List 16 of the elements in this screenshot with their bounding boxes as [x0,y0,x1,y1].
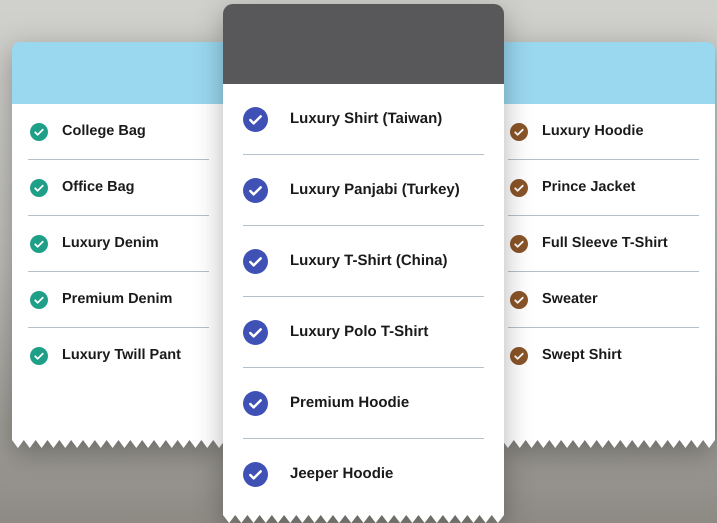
feature-label: Jeeper Hoodie [290,464,394,484]
feature-label: Prince Jacket [542,178,636,197]
feature-label: Luxury Denim [62,234,159,253]
feature-label: Full Sleeve T-Shirt [542,234,668,253]
feature-label: Luxury Polo T-Shirt [290,322,428,342]
feature-label: Premium Hoodie [290,392,410,413]
feature-label: Premium Denim [62,290,172,309]
feature-label: Sweater [542,290,598,309]
feature-label: Luxury Panjabi (Turkey) [290,180,460,200]
feature-label: Luxury Hoodie [542,122,644,141]
feature-label: Office Bag [62,178,135,197]
feature-label: Luxury T-Shirt (China) [290,250,448,271]
feature-label: Luxury Twill Pant [62,346,181,366]
feature-label: Swept Shirt [542,346,622,366]
feature-label: College Bag [62,122,146,141]
feature-label: Luxury Shirt (Taiwan) [290,108,442,129]
